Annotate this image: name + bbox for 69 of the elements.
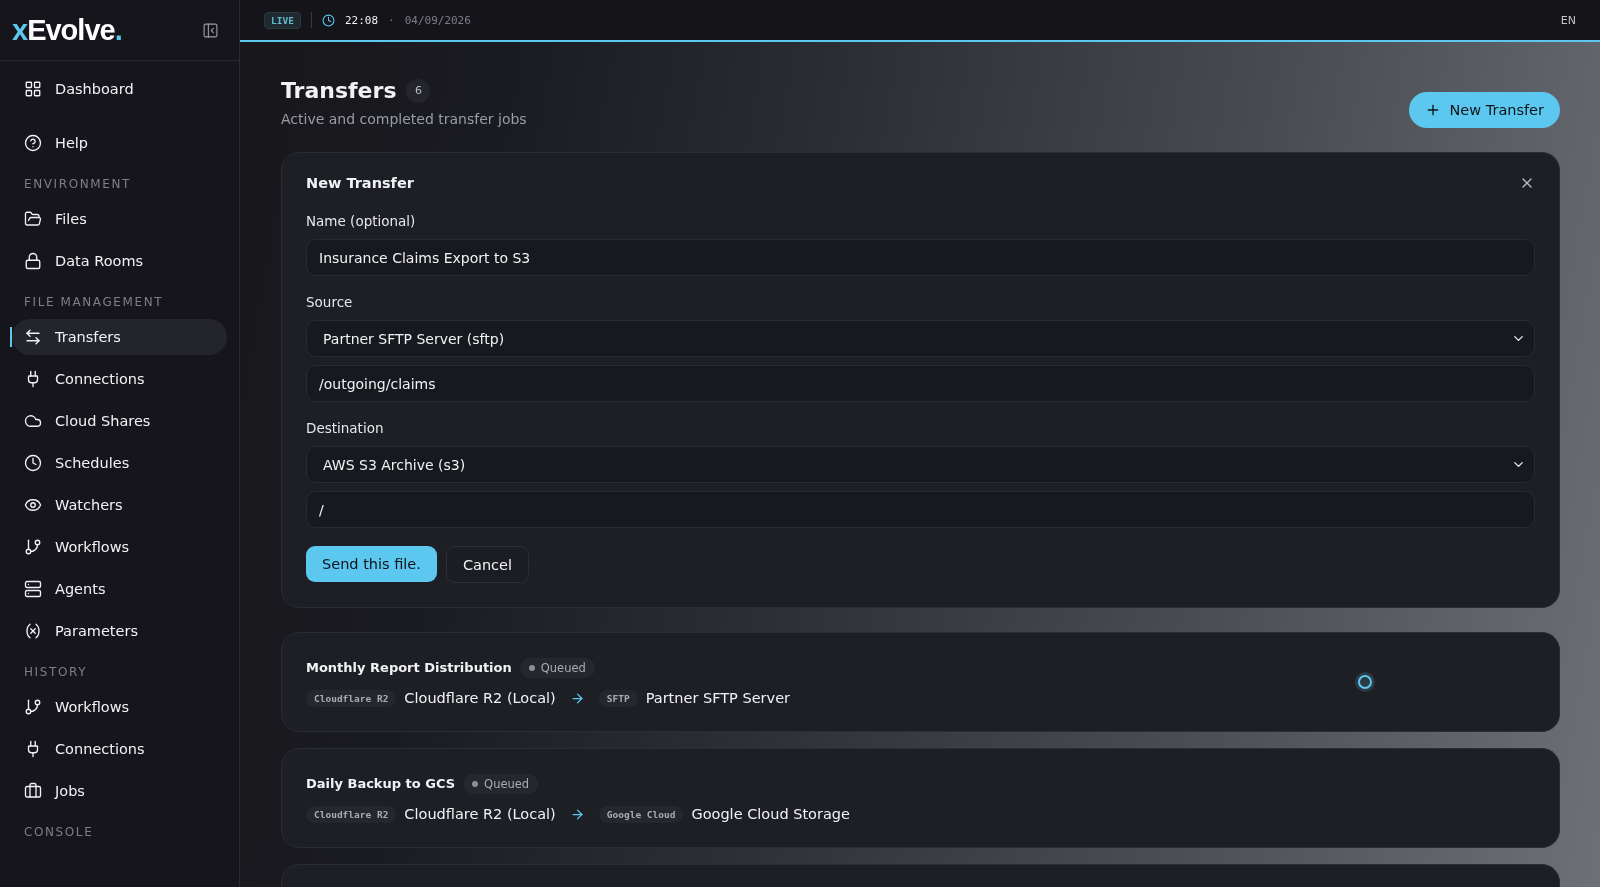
nav-icon: [24, 134, 42, 152]
form-title: New Transfer: [306, 175, 414, 191]
arrow-icon: [569, 690, 585, 706]
source-tag: Cloudflare R2: [306, 805, 397, 823]
source-name: Cloudflare R2 (Local): [404, 690, 556, 706]
input-field[interactable]: /: [306, 491, 1535, 528]
destination-name: Google Cloud Storage: [691, 806, 850, 822]
time: 22:08: [344, 13, 378, 27]
transfer-name: Daily Backup to GCS: [306, 776, 456, 791]
field-label: Name (optional): [306, 213, 417, 229]
nav-icon: [24, 698, 42, 716]
nav-icon: [24, 210, 42, 228]
destination-name: Partner SFTP Server: [645, 690, 791, 706]
arrow-icon: [569, 806, 585, 822]
sidebar-item[interactable]: Cloud Shares: [12, 403, 227, 439]
input-field[interactable]: /outgoing/claims: [306, 365, 1535, 402]
nav-icon: [24, 412, 42, 430]
date: 04/09/2026: [404, 13, 471, 27]
destination-tag: Google Cloud: [598, 805, 684, 823]
source-name: Cloudflare R2 (Local): [404, 806, 556, 822]
nav-icon: [24, 252, 42, 270]
send-button[interactable]: Send this file.: [306, 546, 437, 582]
nav-icon: [24, 454, 42, 472]
destination-tag: SFTP: [598, 689, 638, 707]
sidebar-item[interactable]: Workflows: [12, 529, 227, 565]
sidebar-item[interactable]: Jobs: [12, 773, 227, 809]
source-tag: Cloudflare R2: [306, 689, 397, 707]
brand-logo: xEvolve.: [12, 13, 122, 47]
language-selector[interactable]: EN: [1560, 13, 1576, 27]
field-label: Source: [306, 294, 354, 310]
sidebar-item[interactable]: Workflows: [12, 689, 227, 725]
nav-icon: [24, 538, 42, 556]
nav-icon: [24, 782, 42, 800]
select-field[interactable]: AWS S3 Archive (s3): [306, 446, 1535, 483]
sidebar-item[interactable]: Schedules: [12, 445, 227, 481]
sidebar-item[interactable]: Files: [12, 201, 227, 237]
separator: ·: [388, 13, 395, 27]
sidebar-item[interactable]: Help: [12, 125, 227, 161]
input-field[interactable]: Insurance Claims Export to S3: [306, 239, 1535, 276]
transfer-name: Monthly Report Distribution: [306, 660, 512, 675]
sidebar-item[interactable]: Connections: [12, 731, 227, 767]
clock-icon: [321, 13, 335, 27]
section-title: HISTORY: [23, 664, 89, 681]
sidebar-item[interactable]: Parameters: [12, 613, 227, 649]
sidebar-item[interactable]: Watchers: [12, 487, 227, 523]
nav-icon: [24, 328, 42, 346]
cancel-button[interactable]: Cancel: [445, 546, 529, 583]
section-title: ENVIRONMENT: [23, 176, 132, 193]
collapse-sidebar-icon[interactable]: [202, 21, 219, 39]
count-badge: 6: [406, 78, 431, 103]
page-subtitle: Active and completed transfer jobs: [281, 111, 527, 127]
sidebar-item[interactable]: Dashboard: [12, 71, 227, 107]
nav-icon: [24, 622, 42, 640]
page-title: Transfers: [281, 78, 397, 103]
live-badge: LIVE: [264, 11, 301, 29]
section-title: CONSOLE: [23, 824, 95, 841]
sidebar-item[interactable]: Agents: [12, 571, 227, 607]
section-title: FILE MANAGEMENT: [23, 294, 165, 311]
new-transfer-button[interactable]: New Transfer: [1409, 92, 1560, 128]
select-field[interactable]: Partner SFTP Server (sftp): [306, 320, 1535, 357]
sidebar-item[interactable]: Data Rooms: [12, 243, 227, 279]
nav-icon: [24, 80, 42, 98]
field-label: Destination: [306, 420, 385, 436]
sidebar-item[interactable]: Transfers: [12, 319, 227, 355]
status-badge: Queued: [519, 657, 595, 678]
sidebar-item[interactable]: Connections: [12, 361, 227, 397]
nav-icon: [24, 496, 42, 514]
nav-icon: [24, 580, 42, 598]
status-badge: Queued: [463, 773, 539, 794]
